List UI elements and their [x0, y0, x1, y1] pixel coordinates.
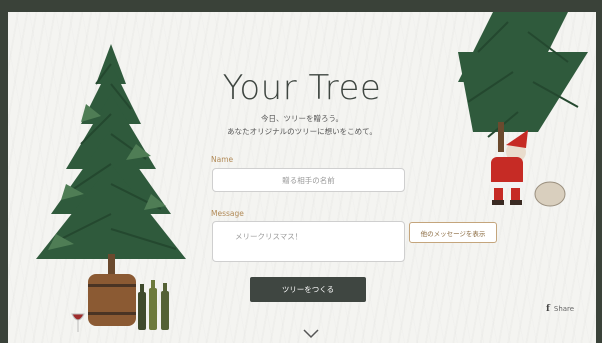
chevron-down-icon[interactable]: [302, 328, 320, 340]
share-link[interactable]: f Share: [546, 304, 574, 314]
message-textarea[interactable]: メリークリスマス！: [212, 221, 405, 262]
name-placeholder: 贈る相手の名前: [282, 175, 335, 185]
window-frame: Your Tree 今日、ツリーを贈ろう。 あなたオリジナルのツリーに想いをこめ…: [0, 0, 602, 343]
name-input[interactable]: 贈る相手の名前: [212, 168, 405, 192]
page-title: Your Tree: [222, 68, 382, 108]
subtitle-line-1: 今日、ツリーを贈ろう。: [260, 114, 344, 123]
message-label: Message: [211, 209, 244, 218]
facebook-icon: f: [546, 304, 550, 314]
share-label: Share: [553, 305, 575, 313]
other-messages-button[interactable]: 他のメッセージを表示: [409, 222, 497, 243]
make-tree-button[interactable]: ツリーをつくる: [250, 277, 366, 302]
page-canvas: Your Tree 今日、ツリーを贈ろう。 あなたオリジナルのツリーに想いをこめ…: [8, 12, 596, 343]
name-label: Name: [211, 155, 234, 164]
subtitle-line-2: あなたオリジナルのツリーに想いをこめて。: [227, 127, 377, 136]
message-text: メリークリスマス！: [235, 232, 303, 241]
right-tree-illustration: [458, 12, 588, 207]
